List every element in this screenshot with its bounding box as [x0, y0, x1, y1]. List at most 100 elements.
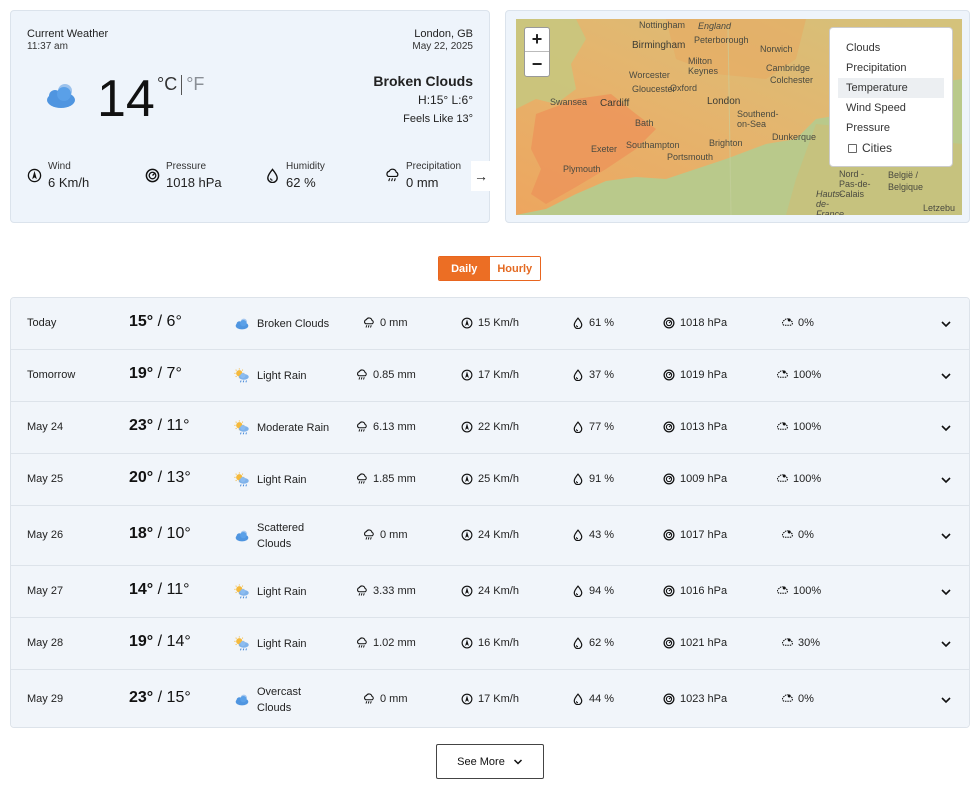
- rain-chance-icon: [777, 474, 788, 482]
- map-label: Bath: [635, 118, 654, 128]
- humidity-icon: [573, 529, 583, 541]
- forecast-temps: 23° / 15°: [129, 688, 191, 706]
- forecast-wind: 17 Km/h: [461, 369, 519, 381]
- forecast-humidity: 77 %: [572, 421, 614, 433]
- forecast-precip: 0.85 mm: [356, 369, 416, 381]
- chevron-down-icon[interactable]: [939, 421, 953, 435]
- layer-precipitation[interactable]: Precipitation: [838, 58, 944, 78]
- forecast-condition-text: Light Rain: [257, 474, 307, 486]
- cities-toggle[interactable]: Cities: [838, 138, 944, 158]
- forecast-chance-value: 100%: [793, 473, 822, 485]
- more-stats-arrow-icon[interactable]: →: [471, 161, 491, 191]
- zoom-in-button[interactable]: +: [525, 28, 549, 52]
- forecast-wind: 22 Km/h: [461, 421, 519, 433]
- weather-map[interactable]: + − Nottingham England Birmingham Peterb…: [516, 19, 962, 215]
- forecast-condition-text: Broken Clouds: [257, 318, 330, 330]
- current-time: 11:37 am: [27, 41, 68, 52]
- cities-checkbox[interactable]: [848, 143, 857, 153]
- unit-celsius[interactable]: °C: [157, 74, 177, 95]
- forecast-wind-value: 17 Km/h: [478, 692, 519, 705]
- tab-daily[interactable]: Daily: [439, 257, 490, 280]
- forecast-wind: 15 Km/h: [461, 317, 519, 329]
- forecast-day: May 24: [27, 421, 64, 433]
- forecast-list: Today 15° / 6° Broken Clouds 0 mm 15 Km/h 61 …: [10, 297, 970, 728]
- map-label: Hauts-de-France: [816, 189, 845, 215]
- forecast-high: 15°: [129, 313, 154, 330]
- precipitation-icon: [357, 637, 367, 648]
- forecast-pressure: 1018 hPa: [663, 317, 727, 329]
- wind-icon: [461, 585, 473, 597]
- forecast-row[interactable]: May 25 20° / 13° Light Rain 1.85 mm 25 Km/h 9…: [11, 454, 969, 506]
- forecast-humidity-value: 37 %: [589, 369, 615, 381]
- current-date: May 22, 2025: [412, 41, 473, 52]
- rain-chance-icon: [777, 422, 788, 430]
- map-label: Letzebu: [923, 203, 956, 213]
- rain-chance-icon: [777, 586, 788, 594]
- map-label: Worcester: [629, 70, 670, 80]
- layer-clouds[interactable]: Clouds: [838, 38, 944, 58]
- tab-hourly[interactable]: Hourly: [489, 257, 540, 280]
- forecast-low: 7°: [166, 365, 182, 382]
- chevron-down-icon[interactable]: [939, 637, 953, 651]
- pressure-icon: [663, 421, 675, 433]
- stat-label: Humidity: [286, 161, 325, 172]
- forecast-humidity-value: 61 %: [589, 317, 615, 329]
- chevron-down-icon[interactable]: [939, 369, 953, 383]
- cities-label: Cities: [862, 141, 893, 155]
- map-label: Gloucester: [632, 84, 676, 94]
- forecast-chance-value: 30%: [798, 637, 821, 649]
- forecast-chance: 30%: [781, 637, 820, 649]
- forecast-high: 20°: [129, 469, 154, 486]
- chevron-down-icon[interactable]: [939, 473, 953, 487]
- chevron-down-icon[interactable]: [939, 693, 953, 707]
- forecast-humidity: 37 %: [572, 369, 614, 381]
- forecast-condition: Scattered Clouds: [233, 520, 337, 552]
- sun-rain-icon: [233, 635, 251, 653]
- stat-value: 0 mm: [406, 175, 439, 190]
- forecast-precip: 1.85 mm: [356, 473, 416, 485]
- forecast-row[interactable]: May 28 19° / 14° Light Rain 1.02 mm 16 Km/h 6…: [11, 618, 969, 670]
- chevron-down-icon[interactable]: [939, 317, 953, 331]
- forecast-chance: 0%: [781, 529, 814, 541]
- layer-wind-speed[interactable]: Wind Speed: [838, 98, 944, 118]
- forecast-condition-text: Light Rain: [257, 586, 307, 598]
- precipitation-icon: [357, 421, 367, 432]
- zoom-out-button[interactable]: −: [525, 52, 549, 76]
- see-more-button[interactable]: See More: [436, 744, 544, 779]
- forecast-row[interactable]: May 29 23° / 15° Overcast Clouds 0 mm 17 Km/…: [11, 670, 969, 727]
- forecast-temps: 14° / 11°: [129, 581, 190, 598]
- chevron-down-icon[interactable]: [939, 529, 953, 543]
- see-more-label: See More: [457, 755, 505, 768]
- forecast-precip: 0 mm: [363, 693, 408, 705]
- map-label: England: [698, 21, 732, 31]
- forecast-row[interactable]: May 27 14° / 11° Light Rain 3.33 mm 24 Km/h 9…: [11, 566, 969, 618]
- precipitation-icon: [357, 369, 367, 380]
- unit-fahrenheit[interactable]: °F: [186, 74, 204, 95]
- forecast-pressure-value: 1016 hPa: [680, 585, 728, 597]
- rain-chance-icon: [782, 318, 793, 326]
- forecast-humidity-value: 43 %: [589, 529, 615, 541]
- chevron-down-icon[interactable]: [939, 585, 953, 599]
- forecast-row[interactable]: May 26 18° / 10° Scattered Clouds 0 mm 24 Km…: [11, 506, 969, 566]
- current-condition: Broken Clouds: [373, 73, 473, 89]
- forecast-low: 10°: [166, 525, 191, 542]
- forecast-chance: 100%: [776, 421, 821, 433]
- forecast-temps: 23° / 11°: [129, 417, 190, 434]
- forecast-low: 15°: [166, 688, 191, 706]
- forecast-row[interactable]: Tomorrow 19° / 7° Light Rain 0.85 mm 17 Km/h…: [11, 350, 969, 402]
- forecast-temps: 19° / 7°: [129, 365, 182, 382]
- forecast-precip-value: 0.85 mm: [373, 369, 416, 381]
- forecast-row[interactable]: Today 15° / 6° Broken Clouds 0 mm 15 Km/h 61 …: [11, 298, 969, 350]
- layer-temperature[interactable]: Temperature: [838, 78, 944, 98]
- high-low: H:15° L:6°: [418, 93, 473, 107]
- forecast-condition-text: Moderate Rain: [257, 422, 330, 434]
- layer-pressure[interactable]: Pressure: [838, 118, 944, 138]
- forecast-wind-value: 24 Km/h: [478, 585, 519, 597]
- map-zoom-control: + −: [524, 27, 550, 77]
- forecast-wind: 16 Km/h: [461, 637, 519, 649]
- forecast-row[interactable]: May 24 23° / 11° Moderate Rain 6.13 mm 22 Km…: [11, 402, 969, 454]
- forecast-precip: 6.13 mm: [356, 421, 416, 433]
- unit-divider: [181, 74, 183, 95]
- map-label: Birmingham: [632, 40, 686, 51]
- forecast-condition-text: Light Rain: [257, 370, 307, 382]
